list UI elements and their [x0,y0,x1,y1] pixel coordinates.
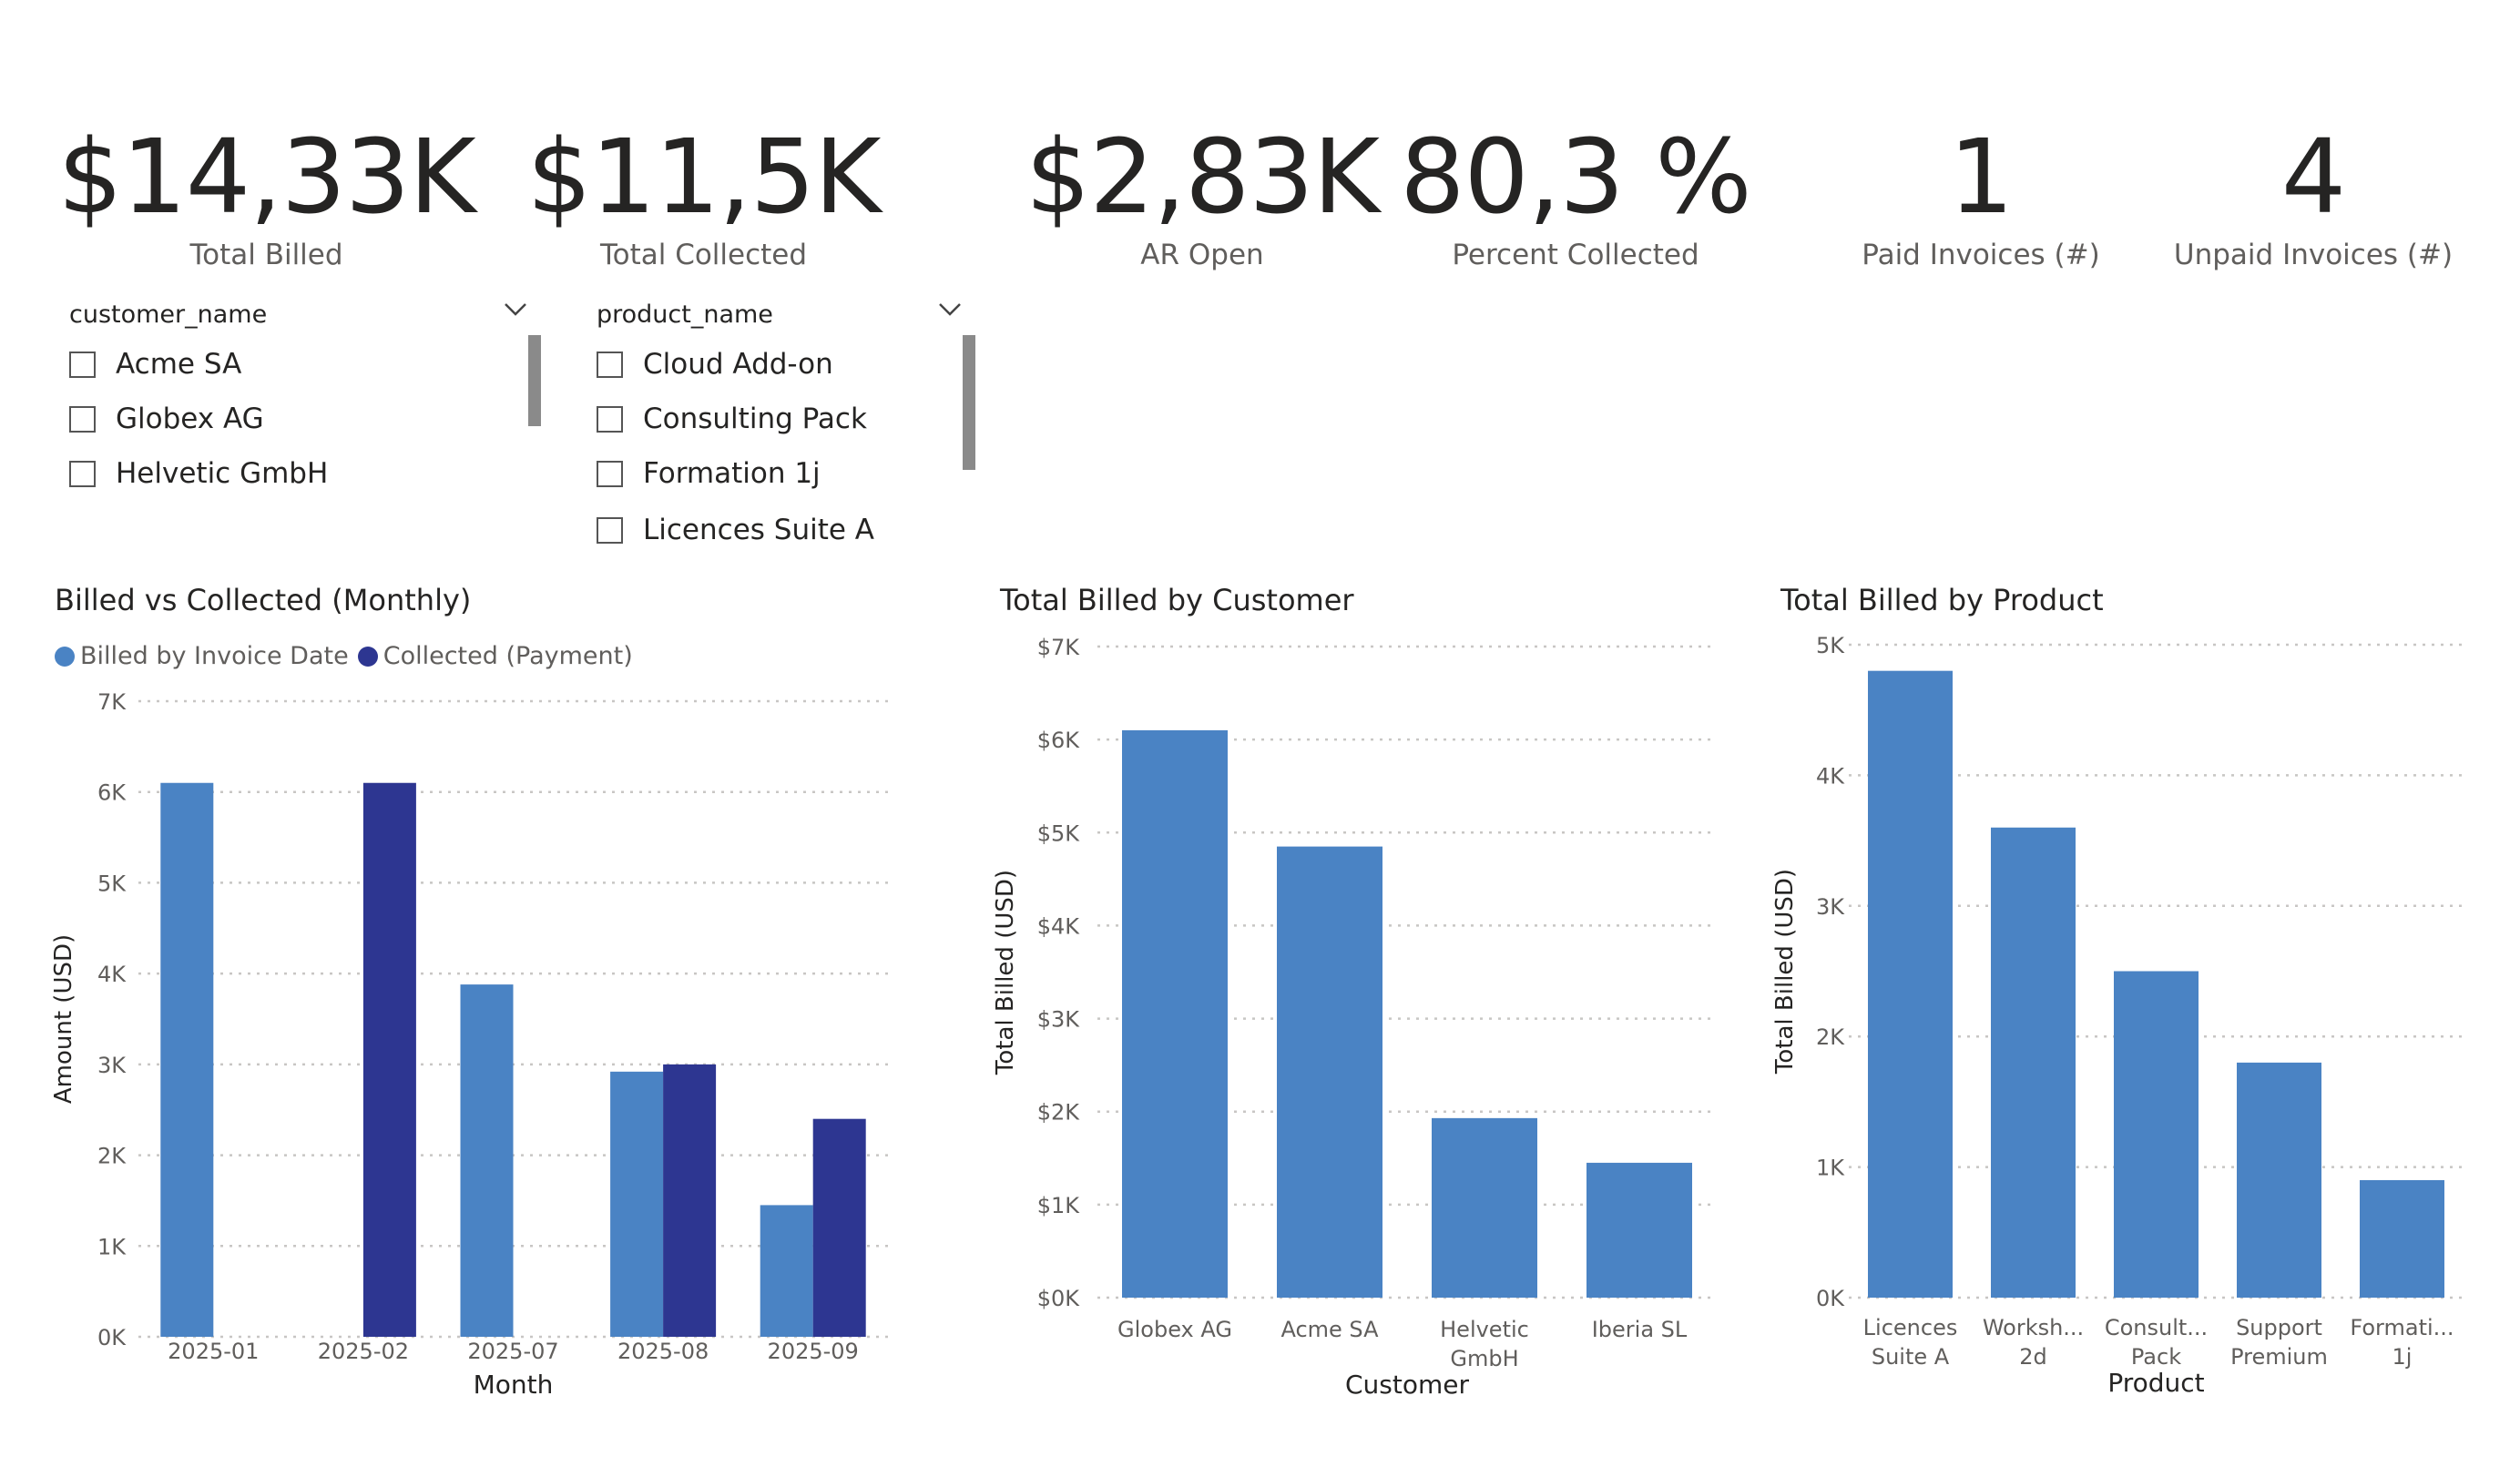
x-tick-label: Premium [2230,1344,2328,1370]
x-tick-label: Pack [2131,1344,2181,1370]
bar [1868,670,1953,1298]
y-tick-label: 2K [1816,1024,1845,1050]
x-tick-label: Formati... [2350,1315,2454,1340]
y-tick-label: 0K [1816,1286,1845,1311]
bar [1991,827,2076,1298]
y-tick-label: 1K [1816,1156,1845,1181]
x-tick-label: Suite A [1872,1344,1950,1370]
x-tick-label: Licences [1863,1315,1958,1340]
x-tick-label: Support [2236,1315,2322,1340]
y-tick-label: 3K [1816,894,1845,920]
x-tick-label: Consult... [2105,1315,2208,1340]
bar [2114,971,2199,1298]
bar [2360,1179,2444,1298]
x-tick-label: Worksh... [1983,1315,2084,1340]
y-tick-label: 5K [1816,633,1845,658]
y-tick-label: 4K [1816,763,1845,789]
x-tick-label: 2d [2019,1344,2047,1370]
x-axis-title: Product [2107,1368,2204,1398]
x-tick-label: 1j [2392,1344,2413,1370]
bar [2237,1062,2321,1298]
y-axis-title: Total Billed (USD) [1771,869,1799,1075]
chart-billed-by-product-svg: 0K 1K 2K 3K 4K 5K Total Billed (USD) Licences Su… [1771,633,2464,1398]
